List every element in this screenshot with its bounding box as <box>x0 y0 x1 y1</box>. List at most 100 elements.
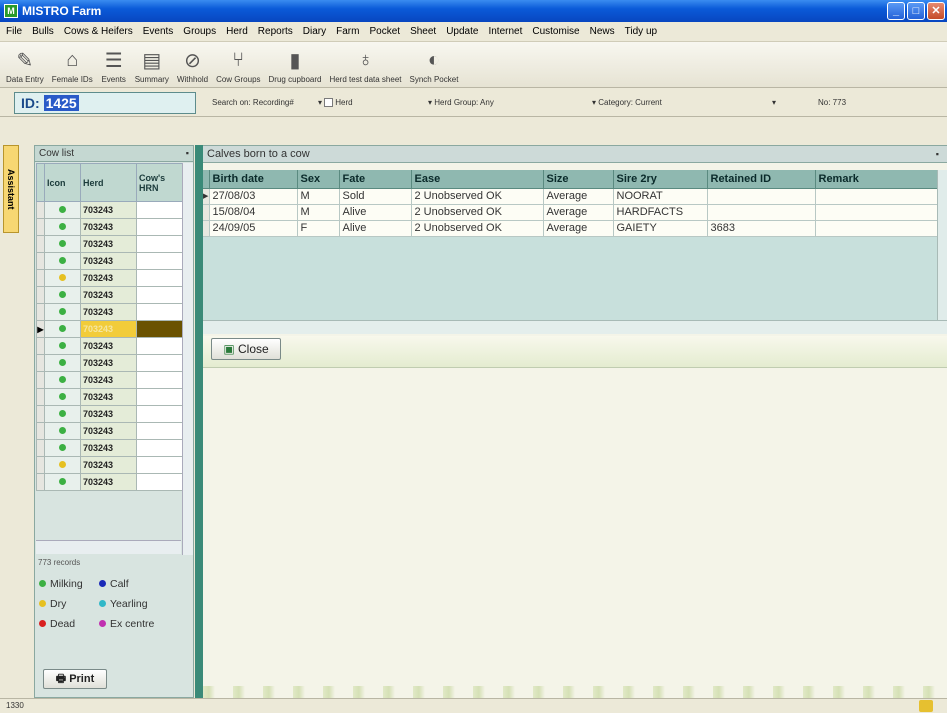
calf-cell[interactable]: M <box>297 188 340 205</box>
cow-groups-button[interactable]: ⑂ Cow Groups <box>216 47 260 87</box>
calf-cell[interactable] <box>815 204 940 221</box>
hrn-cell[interactable] <box>136 405 184 423</box>
hrn-cell[interactable] <box>136 388 184 406</box>
cow-row[interactable]: 703243 <box>36 388 184 406</box>
cow-row[interactable]: 703243 <box>36 456 184 474</box>
calf-cell[interactable]: Average <box>543 204 614 221</box>
hrn-cell[interactable] <box>136 218 184 236</box>
cow-list-horizontal-scrollbar[interactable] <box>36 540 181 554</box>
calf-cell[interactable] <box>707 188 816 205</box>
herd-cell[interactable]: 703243 <box>80 354 137 372</box>
herd-cell[interactable]: 703243 <box>80 201 137 219</box>
hrn-cell[interactable] <box>136 269 184 287</box>
herd-cell[interactable]: 703243 <box>80 337 137 355</box>
hrn-cell[interactable] <box>136 422 184 440</box>
print-button[interactable]: 🖶 Print <box>43 669 107 689</box>
cow-row[interactable]: 703243 <box>36 269 184 287</box>
cow-row[interactable]: 703243 <box>36 439 184 457</box>
cow-row[interactable]: ▶ 703243 <box>36 320 184 338</box>
column-header-ease[interactable]: Ease <box>411 170 544 189</box>
minimize-button[interactable]: _ <box>887 2 905 20</box>
calf-cell[interactable]: 2 Unobserved OK <box>411 204 544 221</box>
calf-cell[interactable] <box>815 188 940 205</box>
calf-cell[interactable]: 2 Unobserved OK <box>411 220 544 237</box>
cow-row[interactable]: 703243 <box>36 405 184 423</box>
cow-row[interactable]: 703243 <box>36 337 184 355</box>
column-header-sire-2ry[interactable]: Sire 2ry <box>613 170 708 189</box>
calf-cell[interactable]: 15/08/04 <box>209 204 298 221</box>
menu-herd[interactable]: Herd <box>226 26 248 37</box>
column-header-icon[interactable]: Icon <box>44 163 81 202</box>
hrn-cell[interactable] <box>136 201 184 219</box>
withhold-button[interactable]: ⊘ Withhold <box>177 47 208 87</box>
menu-bulls[interactable]: Bulls <box>32 26 54 37</box>
menu-reports[interactable]: Reports <box>258 26 293 37</box>
herd-checkbox[interactable] <box>324 98 334 108</box>
data-entry-button[interactable]: ✎ Data Entry <box>6 47 44 87</box>
calves-horizontal-scrollbar[interactable] <box>203 320 947 334</box>
category-dropdown[interactable]: ▾ Category: Current <box>592 98 662 107</box>
calf-cell[interactable]: Average <box>543 188 614 205</box>
column-header-hrn[interactable]: Cow's HRN <box>136 163 184 202</box>
calf-cell[interactable]: NOORAT <box>613 188 708 205</box>
menu-groups[interactable]: Groups <box>183 26 216 37</box>
herd-cell[interactable]: 703243 <box>80 371 137 389</box>
hrn-cell[interactable] <box>136 252 184 270</box>
hrn-cell[interactable] <box>136 303 184 321</box>
dropdown-arrow-icon[interactable]: ▾ <box>772 98 776 107</box>
herd-cell[interactable]: 703243 <box>80 473 137 491</box>
herd-cell[interactable]: 703243 <box>80 439 137 457</box>
column-header-birth-date[interactable]: Birth date <box>209 170 298 189</box>
search-on-dropdown[interactable]: Search on: Recording# <box>212 98 294 107</box>
herd-cell[interactable]: 703243 <box>80 286 137 304</box>
close-button[interactable]: ▣ Close <box>211 338 281 360</box>
herd-cell[interactable]: 703243 <box>80 320 137 338</box>
menu-sheet[interactable]: Sheet <box>410 26 436 37</box>
summary-button[interactable]: ▤ Summary <box>135 47 169 87</box>
calf-cell[interactable]: F <box>297 220 340 237</box>
cow-row[interactable]: 703243 <box>36 303 184 321</box>
calf-cell[interactable]: Alive <box>339 220 412 237</box>
calf-row[interactable]: 15/08/04 M Alive 2 Unobserved OK Average HARD… <box>203 204 940 221</box>
cow-row[interactable]: 703243 <box>36 252 184 270</box>
calf-cell[interactable]: 2 Unobserved OK <box>411 188 544 205</box>
calf-cell[interactable]: Sold <box>339 188 412 205</box>
menu-diary[interactable]: Diary <box>303 26 326 37</box>
herd-cell[interactable]: 703243 <box>80 235 137 253</box>
pin-icon[interactable]: ▪ <box>936 146 939 162</box>
calf-cell[interactable]: HARDFACTS <box>613 204 708 221</box>
cow-row[interactable]: 703243 <box>36 235 184 253</box>
herd-test-data-sheet-button[interactable]: ♁ Herd test data sheet <box>329 47 401 87</box>
cow-row[interactable]: 703243 <box>36 218 184 236</box>
calf-row[interactable]: 24/09/05 F Alive 2 Unobserved OK Average GAIE… <box>203 220 940 237</box>
synch-pocket-button[interactable]: ◐ Synch Pocket <box>410 47 459 87</box>
calves-vertical-scrollbar[interactable] <box>937 170 947 320</box>
cow-row[interactable]: 703243 <box>36 422 184 440</box>
drug-cupboard-button[interactable]: ▮ Drug cupboard <box>269 47 322 87</box>
column-header-fate[interactable]: Fate <box>339 170 412 189</box>
herd-cell[interactable]: 703243 <box>80 269 137 287</box>
hrn-cell[interactable] <box>136 473 184 491</box>
menu-file[interactable]: File <box>6 26 22 37</box>
menu-farm[interactable]: Farm <box>336 26 359 37</box>
hrn-cell[interactable] <box>136 439 184 457</box>
hrn-cell[interactable] <box>136 456 184 474</box>
cow-row[interactable]: 703243 <box>36 286 184 304</box>
menu-cows-heifers[interactable]: Cows & Heifers <box>64 26 133 37</box>
female-ids-button[interactable]: ⌂ Female IDs <box>52 47 93 87</box>
panel-splitter[interactable] <box>195 145 203 698</box>
id-input[interactable]: ID: 1425 <box>14 92 196 114</box>
herd-cell[interactable]: 703243 <box>80 405 137 423</box>
hrn-cell[interactable] <box>136 337 184 355</box>
herd-cell[interactable]: 703243 <box>80 252 137 270</box>
menu-customise[interactable]: Customise <box>532 26 579 37</box>
herd-cell[interactable]: 703243 <box>80 218 137 236</box>
calf-cell[interactable]: M <box>297 204 340 221</box>
menu-internet[interactable]: Internet <box>488 26 522 37</box>
cow-row[interactable]: 703243 <box>36 473 184 491</box>
herd-cell[interactable]: 703243 <box>80 388 137 406</box>
cow-row[interactable]: 703243 <box>36 201 184 219</box>
hrn-cell[interactable] <box>136 235 184 253</box>
cow-list-vertical-scrollbar[interactable] <box>182 163 193 555</box>
pin-icon[interactable]: ▪ <box>186 146 189 161</box>
